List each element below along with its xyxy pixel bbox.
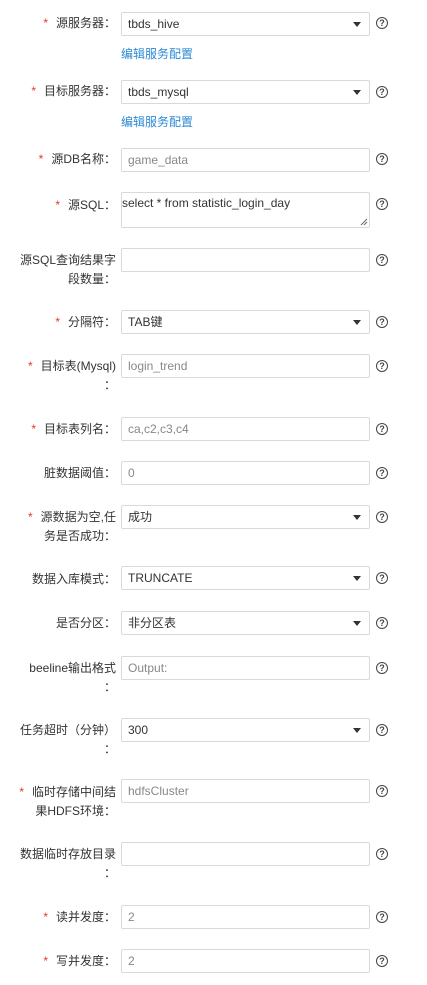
temp-hdfs-env-input[interactable]: hdfsCluster	[121, 779, 370, 803]
read-concurrency-input[interactable]: 2	[121, 905, 370, 929]
help-icon[interactable]: ?	[376, 572, 388, 584]
help-icon[interactable]: ?	[376, 254, 388, 266]
required-mark: *	[19, 785, 24, 799]
read-concurrency-label: * 读并发度：	[43, 910, 116, 924]
help-icon[interactable]: ?	[376, 785, 388, 797]
target-columns-input[interactable]: ca,c2,c3,c4	[121, 417, 370, 441]
delimiter-label: * 分隔符：	[55, 315, 116, 329]
required-mark: *	[55, 198, 60, 212]
required-mark: *	[43, 16, 48, 30]
partitioned-select[interactable]: 非分区表	[121, 611, 370, 635]
chevron-down-icon	[353, 515, 361, 520]
help-icon[interactable]: ?	[376, 423, 388, 435]
required-mark: *	[27, 359, 33, 373]
required-mark: *	[31, 84, 36, 98]
write-concurrency-label: * 写并发度：	[43, 954, 116, 968]
help-icon[interactable]: ?	[376, 662, 388, 674]
help-icon[interactable]: ?	[376, 848, 388, 860]
source-sql-textarea[interactable]: select * from statistic_login_day	[121, 192, 370, 228]
chevron-down-icon	[353, 90, 361, 95]
resize-handle-icon[interactable]	[360, 218, 368, 226]
temp-hdfs-env-label: * 临时存储中间结 果HDFS环境：	[19, 785, 116, 818]
help-icon[interactable]: ?	[376, 153, 388, 165]
load-mode-label: 数据入库模式：	[31, 572, 116, 586]
chevron-down-icon	[353, 728, 361, 733]
task-config-form: * 源服务器： tbds_hive ? 编辑服务配置 * 目标服务器： tbds_m…	[0, 0, 427, 985]
help-icon[interactable]: ?	[376, 724, 388, 736]
help-icon[interactable]: ?	[376, 467, 388, 479]
temp-dir-input[interactable]	[121, 842, 370, 866]
edit-target-server-config-link[interactable]: 编辑服务配置	[121, 113, 193, 130]
help-icon[interactable]: ?	[376, 198, 388, 210]
result-field-count-input[interactable]	[121, 248, 370, 272]
help-icon[interactable]: ?	[376, 86, 388, 98]
source-db-name-input[interactable]: game_data	[121, 148, 370, 172]
target-columns-label: * 目标表列名：	[31, 422, 116, 436]
required-mark: *	[43, 910, 48, 924]
dirty-threshold-label: 脏数据阈值：	[43, 466, 116, 480]
beeline-format-label: beeline输出格式：	[29, 661, 116, 694]
required-mark: *	[43, 954, 48, 968]
dirty-threshold-input[interactable]: 0	[121, 461, 370, 485]
required-mark: *	[55, 315, 60, 329]
delimiter-select[interactable]: TAB键	[121, 310, 370, 334]
target-table-label: * 目标表(Mysql)：	[27, 359, 116, 392]
target-server-select[interactable]: tbds_mysql	[121, 80, 370, 104]
write-concurrency-input[interactable]: 2	[121, 949, 370, 973]
source-server-label: * 源服务器：	[43, 16, 116, 30]
load-mode-select[interactable]: TRUNCATE	[121, 566, 370, 590]
help-icon[interactable]: ?	[376, 617, 388, 629]
target-table-input[interactable]: login_trend	[121, 354, 370, 378]
source-server-select[interactable]: tbds_hive	[121, 12, 370, 36]
help-icon[interactable]: ?	[376, 911, 388, 923]
timeout-select[interactable]: 300	[121, 718, 370, 742]
help-icon[interactable]: ?	[376, 17, 388, 29]
beeline-format-input[interactable]: Output:	[121, 656, 370, 680]
empty-source-success-label: * 源数据为空,任 务是否成功：	[27, 510, 116, 543]
chevron-down-icon	[353, 22, 361, 27]
required-mark: *	[27, 510, 33, 524]
chevron-down-icon	[353, 621, 361, 626]
help-icon[interactable]: ?	[376, 360, 388, 372]
help-icon[interactable]: ?	[376, 316, 388, 328]
source-db-name-label: * 源DB名称：	[38, 152, 116, 166]
source-sql-label: * 源SQL：	[55, 198, 116, 212]
chevron-down-icon	[353, 320, 361, 325]
empty-source-success-select[interactable]: 成功	[121, 505, 370, 529]
help-icon[interactable]: ?	[376, 955, 388, 967]
chevron-down-icon	[353, 576, 361, 581]
temp-dir-label: 数据临时存放目录：	[19, 847, 116, 880]
required-mark: *	[38, 152, 44, 166]
result-field-count-label: 源SQL查询结果字 段数量：	[19, 253, 116, 286]
target-server-label: * 目标服务器：	[31, 84, 116, 98]
edit-source-server-config-link[interactable]: 编辑服务配置	[121, 45, 193, 62]
timeout-label: 任务超时（分钟）：	[19, 723, 116, 756]
help-icon[interactable]: ?	[376, 511, 388, 523]
required-mark: *	[31, 422, 36, 436]
partitioned-label: 是否分区：	[55, 616, 116, 630]
